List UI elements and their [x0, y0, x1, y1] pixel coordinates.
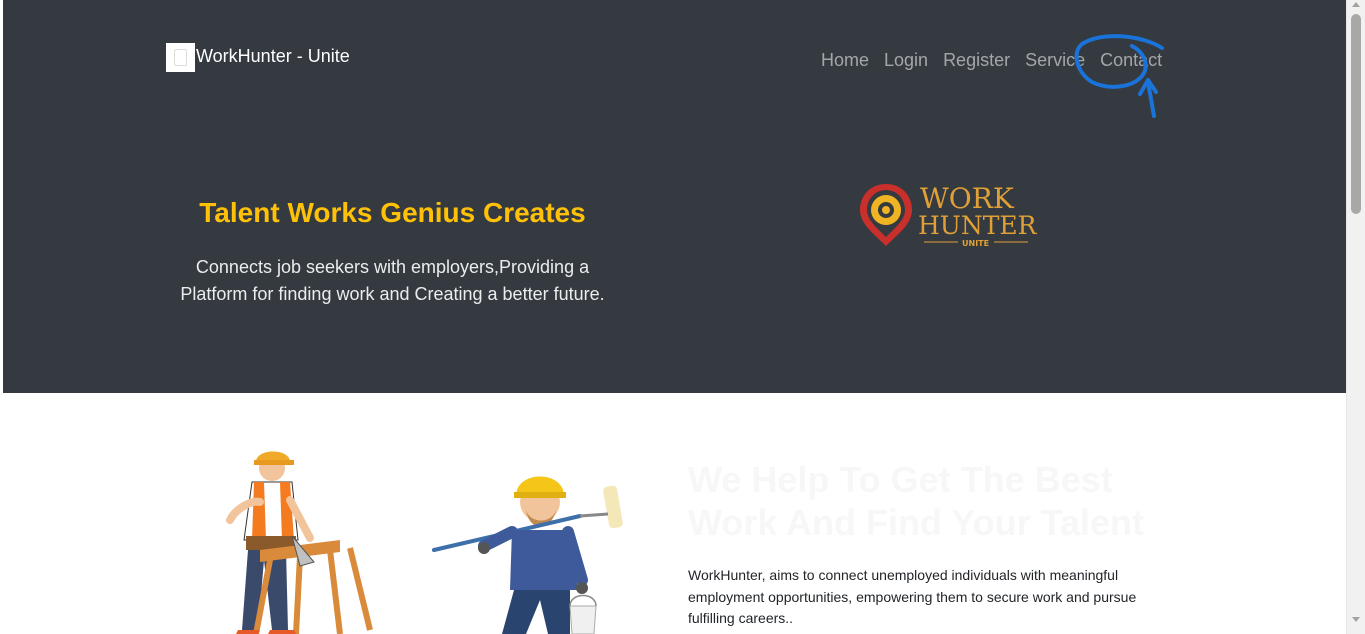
carpenter-illustration	[226, 451, 373, 634]
broken-image-icon	[166, 43, 195, 72]
painter-illustration	[432, 476, 623, 634]
about-title: We Help To Get The Best Work And Find Yo…	[688, 459, 1144, 543]
nav-register[interactable]: Register	[943, 50, 1010, 71]
hero-title: Talent Works Genius Creates	[199, 197, 586, 228]
scroll-up-arrow-icon[interactable]	[1352, 2, 1360, 7]
brand-name: WorkHunter - Unite	[196, 46, 350, 66]
scroll-down-arrow-icon[interactable]	[1352, 617, 1360, 622]
scroll-thumb[interactable]	[1351, 14, 1361, 214]
nav-home[interactable]: Home	[821, 50, 869, 71]
logo-line-3: UNITE	[962, 239, 989, 248]
hero-subtitle: Connects job seekers with employers,Prov…	[180, 257, 605, 304]
navbar-brand[interactable]: WorkHunter - Unite	[166, 43, 350, 72]
page: WorkHunter - Unite Home Login Register S…	[0, 0, 1365, 634]
annotation-circle-arrow	[1074, 34, 1164, 118]
vertical-scrollbar[interactable]	[1346, 0, 1365, 634]
about-text: WorkHunter, aims to connect unemployed i…	[688, 567, 1137, 626]
nav-login[interactable]: Login	[884, 50, 928, 71]
logo-line-2: HUNTER	[918, 211, 1038, 240]
workhunter-logo: WORK HUNTER UNITE	[860, 182, 1038, 248]
